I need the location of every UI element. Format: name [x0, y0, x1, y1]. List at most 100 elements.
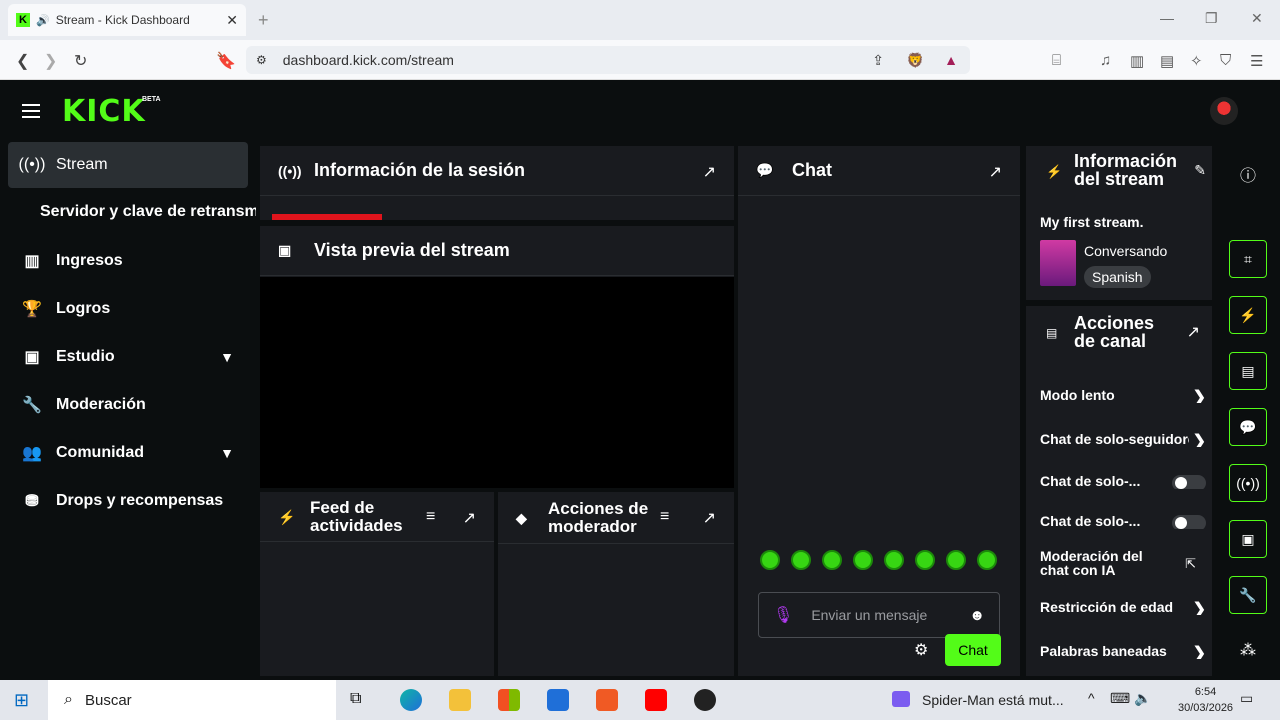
emote-icon[interactable]: [977, 550, 997, 570]
speaker-icon[interactable]: 🔊: [36, 14, 50, 27]
wrench-icon[interactable]: 🔧: [1229, 576, 1267, 614]
brave-rewards-icon[interactable]: ▲: [944, 52, 958, 68]
close-tab-icon[interactable]: ✕: [226, 12, 238, 29]
maximize-icon[interactable]: ❐: [1205, 10, 1218, 27]
outlook-icon[interactable]: [547, 689, 569, 711]
edit-pencil-icon[interactable]: ✎: [1194, 162, 1206, 179]
emoji-icon[interactable]: ☻: [969, 607, 985, 624]
chat-input[interactable]: 🎙 Enviar un mensaje ☻: [758, 592, 1000, 638]
action-toggle-row: Chat de solo-...: [1040, 513, 1206, 529]
wallet-icon[interactable]: ▤: [1160, 52, 1174, 70]
info-icon[interactable]: ⓘ: [1240, 162, 1256, 186]
search-icon: ⌕: [64, 691, 73, 708]
beta-badge: BETA: [142, 96, 161, 103]
reader-icon[interactable]: ⌸: [1052, 52, 1061, 69]
chevron-right-icon: ❯: [1188, 599, 1206, 615]
emote-icon[interactable]: [915, 550, 935, 570]
file-explorer-icon[interactable]: [449, 689, 471, 711]
sidebar-item-drops[interactable]: ⛃ Drops y recompensas: [8, 478, 248, 524]
window-close-icon[interactable]: ✕: [1251, 10, 1263, 27]
network-icon[interactable]: ⌨: [1110, 690, 1130, 707]
minimize-icon[interactable]: —: [1160, 10, 1174, 26]
sidebar-toggle-icon[interactable]: ▥: [1130, 52, 1144, 70]
share-icon[interactable]: ⇪: [872, 52, 884, 69]
notification-text[interactable]: Spider-Man está mut...: [922, 692, 1064, 708]
taskbar-clock[interactable]: 6:54 30/03/2026: [1178, 684, 1233, 716]
emote-icon[interactable]: [791, 550, 811, 570]
lightning-icon[interactable]: ⚡: [1229, 296, 1267, 334]
layout-icon[interactable]: ▣: [1229, 520, 1267, 558]
sidebar-item-estudio[interactable]: ▣ Estudio ▼: [8, 334, 248, 380]
user-avatar[interactable]: [1210, 97, 1238, 125]
action-followers-only[interactable]: Chat de solo-seguidores ❯: [1040, 431, 1206, 447]
windows-start-icon[interactable]: ⊞: [14, 690, 29, 711]
task-view-icon[interactable]: ⧉: [350, 690, 361, 708]
emote-icon[interactable]: [884, 550, 904, 570]
action-age-restriction[interactable]: Restricción de edad ❯: [1040, 599, 1206, 615]
toggle-switch[interactable]: [1172, 515, 1206, 529]
hamburger-menu-icon[interactable]: [22, 104, 40, 122]
store-icon[interactable]: [498, 689, 520, 711]
kick-logo[interactable]: KICK: [62, 94, 146, 129]
chevron-down-icon[interactable]: ▼: [220, 445, 234, 461]
chat-send-button[interactable]: Chat: [945, 634, 1001, 666]
chat-settings-icon[interactable]: ⚙: [914, 640, 928, 660]
youtube-icon[interactable]: [645, 689, 667, 711]
emote-icon[interactable]: [946, 550, 966, 570]
reload-icon[interactable]: ↻: [74, 51, 87, 71]
taskbar-search[interactable]: ⌕ Buscar: [48, 680, 336, 720]
site-info-icon[interactable]: ⚙: [256, 53, 267, 67]
url-field[interactable]: ⚙ dashboard.kick.com/stream ⇪ 🦁 ▲: [246, 46, 970, 74]
emote-icon[interactable]: [822, 550, 842, 570]
stream-title: My first stream.: [1040, 214, 1144, 230]
screenshot-icon[interactable]: ⌗: [1229, 240, 1267, 278]
music-icon[interactable]: ♫: [1100, 52, 1111, 69]
emote-icon[interactable]: [853, 550, 873, 570]
apps-icon[interactable]: ⁂: [1240, 640, 1256, 660]
toggle-switch[interactable]: [1172, 475, 1206, 489]
forward-icon[interactable]: ❯: [44, 51, 57, 71]
popout-icon[interactable]: ↗: [703, 508, 716, 528]
filter-icon[interactable]: ≡: [426, 508, 435, 526]
broadcast-icon[interactable]: ((•)): [1229, 464, 1267, 502]
external-link-icon[interactable]: ⇱: [1185, 556, 1196, 572]
vpn-icon[interactable]: ⛉: [1220, 52, 1231, 69]
chevron-down-icon[interactable]: ▼: [220, 349, 234, 365]
browser-tab[interactable]: K 🔊 Stream - Kick Dashboard ✕: [8, 4, 246, 36]
sidebar-item-ingresos[interactable]: ▥ Ingresos: [8, 238, 248, 284]
edge-icon[interactable]: [400, 689, 422, 711]
menu-icon[interactable]: ☰: [1250, 52, 1263, 70]
chevron-right-icon: ❯: [1192, 645, 1206, 659]
obs-icon[interactable]: [694, 689, 716, 711]
action-slow-mode[interactable]: Modo lento ❯: [1040, 387, 1206, 403]
sidebar-item-moderacion[interactable]: 🔧 Moderación: [8, 382, 248, 428]
notification-app-icon[interactable]: [892, 691, 910, 707]
popout-icon[interactable]: ↗: [703, 162, 716, 182]
popout-icon[interactable]: ↗: [463, 508, 476, 528]
bookmark-icon[interactable]: 🔖: [216, 51, 236, 71]
lightning-icon: ⚡: [278, 508, 296, 525]
chat-bubble-icon[interactable]: 💬: [1229, 408, 1267, 446]
sidebar-item-comunidad[interactable]: 👥 Comunidad ▼: [8, 430, 248, 476]
sidebar-item-server-key[interactable]: Servidor y clave de retransm: [40, 203, 256, 221]
action-ai-moderation[interactable]: Moderación del chat con IA: [1040, 549, 1160, 577]
emote-icon[interactable]: [760, 550, 780, 570]
back-icon[interactable]: ❮: [16, 51, 29, 71]
notes-icon[interactable]: ▤: [1229, 352, 1267, 390]
sidebar-item-label: Logros: [56, 300, 111, 317]
notifications-icon[interactable]: ▭: [1240, 690, 1253, 707]
brave-shield-icon[interactable]: 🦁: [907, 52, 924, 69]
microphone-icon[interactable]: 🎙: [773, 605, 793, 625]
chevron-up-icon[interactable]: ^: [1088, 690, 1095, 706]
new-tab-icon[interactable]: +: [258, 10, 269, 31]
filter-icon[interactable]: ≡: [660, 508, 669, 526]
brave-icon[interactable]: [596, 689, 618, 711]
popout-icon[interactable]: ↗: [989, 162, 1002, 182]
sidebar-item-stream[interactable]: ((•)) Stream: [8, 142, 248, 188]
sidebar-item-logros[interactable]: 🏆 Logros: [8, 286, 248, 332]
popout-icon[interactable]: ↗: [1187, 322, 1200, 342]
stream-preview-video[interactable]: [260, 277, 734, 488]
leo-ai-icon[interactable]: ✧: [1190, 52, 1203, 70]
volume-icon[interactable]: 🔈: [1134, 690, 1151, 707]
action-banned-words[interactable]: Palabras baneadas ❯: [1040, 643, 1206, 659]
